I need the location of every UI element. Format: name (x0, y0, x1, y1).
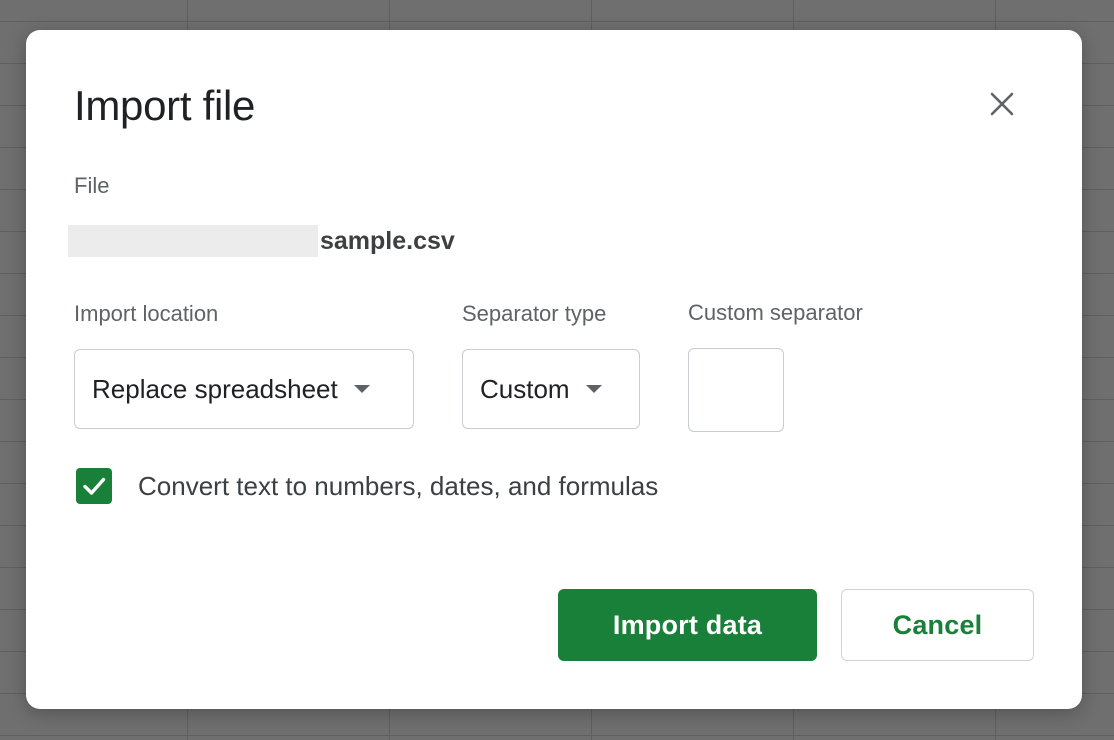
close-button[interactable] (982, 84, 1022, 124)
separator-type-select[interactable]: Custom (462, 349, 640, 429)
import-location-label: Import location (74, 301, 219, 326)
import-location-value: Replace spreadsheet (92, 373, 338, 404)
file-name: sample.csv (320, 226, 455, 255)
custom-separator-input[interactable] (688, 348, 784, 432)
file-name-row: sample.csv (68, 224, 455, 258)
file-label: File (74, 173, 110, 198)
dialog-title: Import file (74, 82, 256, 129)
checkmark-icon (83, 477, 106, 495)
dropdown-arrow-icon (585, 385, 602, 393)
separator-type-value: Custom (480, 373, 570, 404)
cancel-button[interactable]: Cancel (841, 589, 1034, 661)
redacted-file-prefix (68, 225, 318, 257)
import-file-dialog: Import file File sample.csv Import locat… (26, 30, 1082, 709)
custom-separator-label: Custom separator (688, 300, 863, 325)
convert-text-label: Convert text to numbers, dates, and form… (138, 471, 659, 501)
import-location-select[interactable]: Replace spreadsheet (74, 349, 414, 429)
dropdown-arrow-icon (353, 385, 370, 393)
close-icon (990, 92, 1014, 116)
import-data-button[interactable]: Import data (558, 589, 817, 661)
separator-type-label: Separator type (462, 301, 607, 326)
convert-text-checkbox[interactable] (76, 468, 112, 504)
